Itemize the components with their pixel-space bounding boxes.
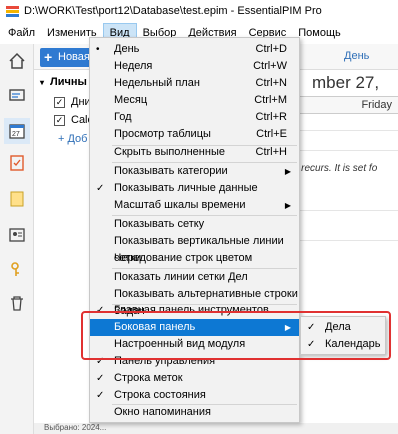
submenu-arrow-icon: ▶ — [284, 201, 291, 210]
menu-item-table-view[interactable]: Просмотр таблицы Ctrl+E — [90, 126, 299, 143]
menu-item-alternate-rows[interactable]: Чередование строк цветом — [90, 250, 299, 267]
menu-item-time-scale[interactable]: Масштаб шкалы времени ▶ — [90, 197, 299, 214]
menu-item-reminder-window[interactable]: Окно напоминания — [90, 404, 299, 421]
mail-icon[interactable] — [8, 86, 26, 104]
menu-item-status-bar[interactable]: ✓ Строка состояния — [90, 387, 299, 404]
new-button[interactable]: + Новая — [40, 48, 92, 67]
view-menu: • День Ctrl+D Неделя Ctrl+W Недельный план C… — [89, 37, 300, 423]
submenu-arrow-icon: ▶ — [284, 167, 291, 176]
svg-text:27: 27 — [12, 131, 20, 138]
nav-header: ▾ Личны — [40, 76, 87, 88]
menu-item-vertical-grid[interactable]: Показывать вертикальные линии сетки — [90, 233, 299, 264]
day-view-button[interactable]: День — [344, 50, 369, 62]
status-bar: Выбрано: 2024... — [34, 423, 398, 434]
module-sidebar: 27 — [0, 44, 34, 434]
nav-item-calendar[interactable]: ✓ Cale — [54, 114, 94, 126]
window-title: D:\WORK\Test\port12\Database\test.epim -… — [24, 5, 322, 17]
menu-item-day[interactable]: • День Ctrl+D — [90, 41, 299, 58]
checkbox-icon: ✓ — [54, 96, 65, 108]
password-key-icon[interactable] — [8, 260, 26, 278]
menu-item-year[interactable]: Год Ctrl+R — [90, 109, 299, 126]
menu-item-show-grid[interactable]: Показывать сетку — [90, 216, 299, 233]
menu-item-show-private[interactable]: ✓ Показывать личные данные — [90, 180, 299, 197]
menu-item-show-categories[interactable]: Показывать категории ▶ — [90, 163, 299, 180]
collapse-icon: ▾ — [40, 77, 45, 87]
highlight-callout — [81, 311, 391, 360]
tasks-icon[interactable] — [8, 154, 26, 172]
menu-item-hide-completed[interactable]: Скрыть выполненные Ctrl+H — [90, 144, 299, 161]
menu-item-week-plan[interactable]: Недельный план Ctrl+N — [90, 75, 299, 92]
checkbox-icon: ✓ — [54, 114, 65, 126]
menu-item-week[interactable]: Неделя Ctrl+W — [90, 58, 299, 75]
event-note[interactable]: at recurs. It is set fo ly. — [290, 162, 377, 188]
menu-item-month[interactable]: Месяц Ctrl+M — [90, 92, 299, 109]
menu-file[interactable]: Файл — [2, 23, 41, 43]
title-bar: D:\WORK\Test\port12\Database\test.epim -… — [0, 0, 398, 22]
notes-icon[interactable] — [8, 190, 26, 208]
app-icon — [6, 5, 19, 18]
menu-help[interactable]: Помощь — [292, 23, 347, 43]
menu-item-task-gridlines[interactable]: Показать линии сетки Дел — [90, 269, 299, 286]
contacts-icon[interactable] — [8, 226, 26, 244]
menu-item-tags-bar[interactable]: ✓ Строка меток — [90, 370, 299, 387]
add-link[interactable]: + Доб — [58, 133, 87, 145]
trash-icon[interactable] — [8, 294, 26, 312]
nav-item-tasks[interactable]: ✓ Дни — [54, 96, 91, 108]
calendar-icon[interactable]: 27 — [4, 118, 30, 144]
menu-item-alt-task-rows[interactable]: Показывать альтернативные строки Задач — [90, 286, 299, 317]
home-icon[interactable] — [8, 52, 26, 70]
